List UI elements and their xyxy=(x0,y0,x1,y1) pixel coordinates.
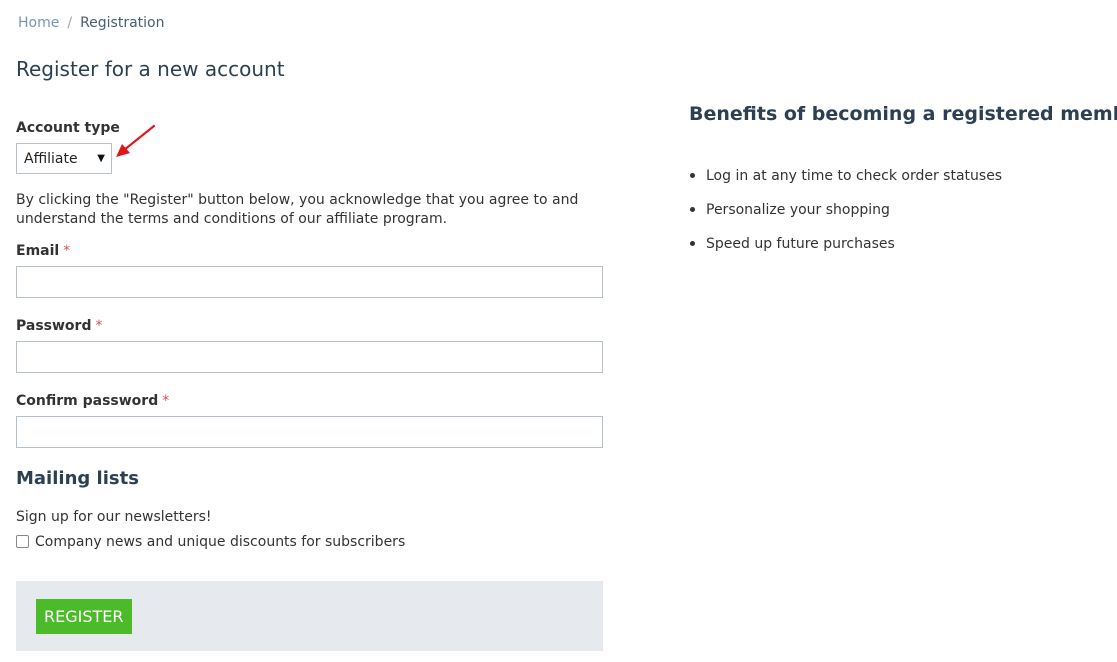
confirm-password-required-mark: * xyxy=(162,393,170,409)
benefit-item-text: Personalize your shopping xyxy=(706,202,890,218)
confirm-password-field[interactable] xyxy=(16,416,603,448)
password-required-mark: * xyxy=(95,318,103,334)
newsletter-signup-text: Sign up for our newsletters! xyxy=(16,509,212,525)
breadcrumb: Home / Registration xyxy=(18,14,165,32)
breadcrumb-separator: / xyxy=(67,15,73,31)
red-pointer-arrow-icon xyxy=(116,124,156,157)
account-type-label: Account type xyxy=(16,120,120,136)
benefits-list: Log in at any time to check order status… xyxy=(689,166,1002,268)
benefit-item: Speed up future purchases xyxy=(689,234,1002,268)
benefit-item: Log in at any time to check order status… xyxy=(689,166,1002,200)
password-field[interactable] xyxy=(16,341,603,373)
newsletter-checkbox[interactable] xyxy=(16,535,29,548)
bullet-icon xyxy=(690,207,695,212)
benefit-item-text: Log in at any time to check order status… xyxy=(706,168,1003,184)
confirm-password-label-text: Confirm password xyxy=(16,393,159,409)
password-label-text: Password xyxy=(16,318,92,334)
account-type-select[interactable]: Affiliate ▼ xyxy=(16,143,112,174)
form-button-bar: REGISTER xyxy=(16,581,603,651)
bullet-icon xyxy=(690,241,695,246)
account-type-selected-value: Affiliate xyxy=(24,151,78,167)
register-button[interactable]: REGISTER xyxy=(36,599,132,634)
breadcrumb-home-link[interactable]: Home xyxy=(18,15,59,31)
email-label-text: Email xyxy=(16,243,60,259)
benefit-item: Personalize your shopping xyxy=(689,200,1002,234)
email-field[interactable] xyxy=(16,266,603,298)
email-required-mark: * xyxy=(63,243,71,259)
agreement-text: By clicking the "Register" button below,… xyxy=(16,192,579,227)
newsletter-checkbox-label[interactable]: Company news and unique discounts for su… xyxy=(35,533,405,551)
confirm-password-label: Confirm password * xyxy=(16,392,169,410)
password-label: Password * xyxy=(16,317,102,335)
breadcrumb-current: Registration xyxy=(80,15,165,31)
dropdown-triangle-icon: ▼ xyxy=(97,153,105,164)
benefits-title: Benefits of becoming a registered member xyxy=(689,103,1117,125)
mailing-lists-title: Mailing lists xyxy=(16,468,139,489)
page-title: Register for a new account xyxy=(16,57,285,81)
bullet-icon xyxy=(690,173,695,178)
benefit-item-text: Speed up future purchases xyxy=(706,236,895,252)
email-label: Email * xyxy=(16,242,70,260)
